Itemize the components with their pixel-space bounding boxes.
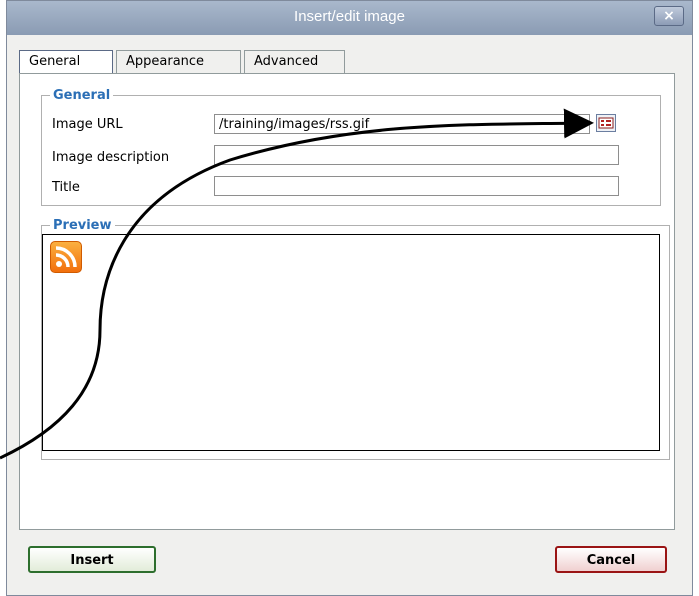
arrow-icon bbox=[0, 108, 594, 460]
